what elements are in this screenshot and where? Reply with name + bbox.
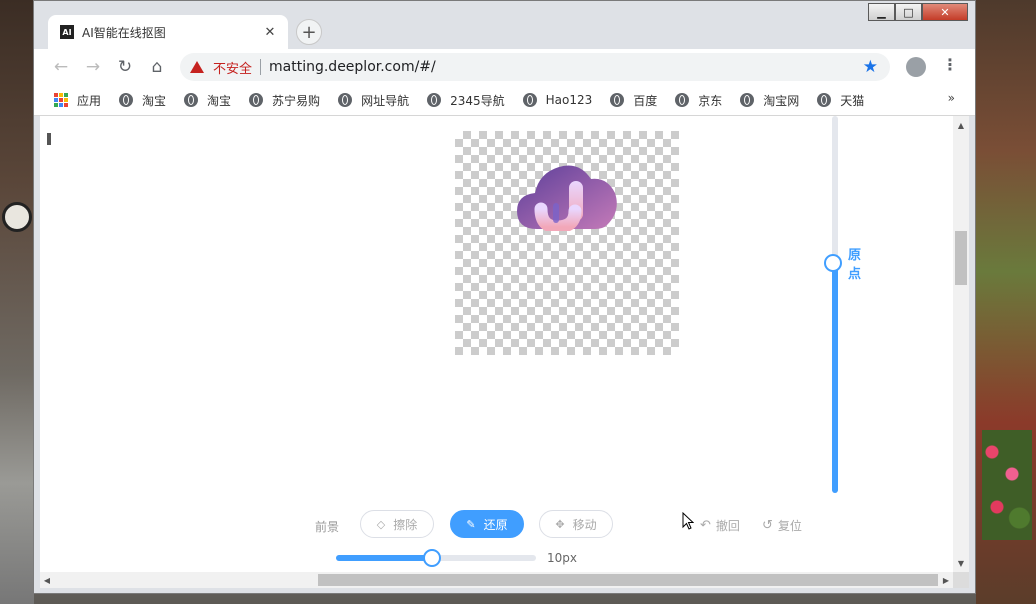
bookmark-item[interactable]: 天猫 [817, 92, 864, 109]
erase-label: 擦除 [393, 517, 418, 532]
bookmark-label: 苏宁易购 [272, 93, 321, 108]
eraser-icon: ◇ [376, 517, 386, 531]
vertical-scroll-thumb[interactable] [955, 231, 967, 285]
browser-window: ▁ □ ✕ AI AI智能在线抠图 ✕ + ← → ↻ ⌂ 不安全 mattin… [33, 0, 976, 594]
address-bar[interactable]: 不安全 matting.deeplor.com/#/ ★ [180, 53, 890, 81]
brush-size-slider-handle[interactable] [423, 549, 441, 567]
pencil-icon: ✎ [466, 517, 476, 531]
bookmark-apps[interactable]: 应用 [54, 92, 101, 109]
bookmark-label: 淘宝 [207, 93, 232, 108]
url-text[interactable]: matting.deeplor.com/#/ [269, 59, 863, 75]
back-icon[interactable]: ← [51, 57, 71, 77]
window-controls: ▁ □ ✕ [868, 3, 968, 22]
undo-button[interactable]: ↶ 撤回 [700, 517, 740, 534]
tab-title: AI智能在线抠图 [82, 25, 166, 40]
close-window-button[interactable]: ✕ [922, 3, 968, 21]
globe-icon [817, 93, 832, 107]
home-icon[interactable]: ⌂ [147, 57, 167, 77]
globe-icon [740, 93, 755, 107]
matting-canvas[interactable] [455, 131, 679, 355]
bookmark-star-icon[interactable]: ★ [863, 57, 878, 77]
zoom-slider-fill [832, 263, 838, 493]
horizontal-scroll-thumb[interactable] [318, 574, 938, 586]
apps-grid-icon [54, 93, 68, 107]
globe-icon [675, 93, 690, 107]
restore-button[interactable]: ✎ 还原 [450, 510, 524, 538]
bookmark-item[interactable]: Hao123 [522, 93, 593, 107]
maximize-button[interactable]: □ [895, 3, 922, 21]
security-label[interactable]: 不安全 [213, 58, 252, 77]
bookmark-item[interactable]: 京东 [675, 92, 722, 109]
move-icon: ✥ [555, 517, 565, 531]
bookmark-label: 2345导航 [450, 93, 505, 108]
globe-icon [249, 93, 264, 107]
reset-icon: ↺ [762, 518, 773, 533]
tab-close-icon[interactable]: ✕ [262, 25, 278, 40]
flowers-decoration [982, 430, 1032, 540]
browser-tab[interactable]: AI AI智能在线抠图 ✕ [48, 15, 288, 49]
bookmark-label: 网址导航 [361, 93, 410, 108]
bookmark-label: 淘宝网 [763, 93, 800, 108]
brush-size-slider-fill [336, 555, 432, 561]
globe-icon [184, 93, 199, 107]
bookmark-label: 淘宝 [142, 93, 167, 108]
restore-label: 还原 [483, 517, 508, 532]
bookmark-label: 京东 [698, 93, 723, 108]
scroll-right-arrow-icon[interactable]: ▶ [939, 572, 953, 588]
move-label: 移动 [572, 517, 597, 532]
globe-icon [338, 93, 353, 107]
mouse-pointer-icon [682, 512, 694, 530]
profile-avatar-icon[interactable] [906, 57, 926, 77]
bookmark-item[interactable]: 网址导航 [338, 92, 409, 109]
scroll-down-arrow-icon[interactable]: ▼ [953, 556, 969, 570]
scroll-left-arrow-icon[interactable]: ◀ [40, 572, 54, 588]
bookmark-item[interactable]: 淘宝网 [740, 92, 799, 109]
bookmark-label: 百度 [633, 93, 658, 108]
browser-toolbar: ← → ↻ ⌂ 不安全 matting.deeplor.com/#/ ★ ⋮ [34, 49, 975, 85]
reset-label: 复位 [777, 519, 802, 533]
globe-icon [119, 93, 134, 107]
move-button[interactable]: ✥ 移动 [539, 510, 613, 538]
vertical-scrollbar[interactable]: ▲ ▼ [953, 116, 969, 572]
cloud-logo-image [517, 165, 617, 231]
bookmark-item[interactable]: 淘宝 [184, 92, 231, 109]
bookmark-item[interactable]: 2345导航 [427, 92, 505, 109]
reset-button[interactable]: ↺ 复位 [762, 517, 802, 534]
bookmark-label: 应用 [77, 93, 102, 108]
warning-icon [190, 61, 204, 73]
zoom-origin-label[interactable]: 原点 [848, 246, 862, 284]
brush-size-value: 10px [547, 551, 577, 565]
foreground-label: 前景 [315, 520, 340, 534]
globe-icon [610, 93, 625, 107]
scroll-up-arrow-icon[interactable]: ▲ [953, 118, 969, 132]
bookmark-label: 天猫 [840, 93, 865, 108]
reload-icon[interactable]: ↻ [115, 57, 135, 77]
forward-icon[interactable]: → [83, 57, 103, 77]
erase-button[interactable]: ◇ 擦除 [360, 510, 434, 538]
desktop-background-left [0, 0, 34, 604]
text-caret [47, 133, 51, 145]
page-content: 原点 前景 ◇ 擦除 ✎ 还原 ✥ 移动 ↶ 撤回 ↺ 复位 10px [40, 116, 953, 572]
bookmark-label: Hao123 [545, 93, 593, 107]
globe-icon [427, 93, 442, 107]
bookmarks-bar: 应用 淘宝 淘宝 苏宁易购 网址导航 2345导航 Hao123 百度 京东 淘… [34, 85, 975, 116]
browser-menu-icon[interactable]: ⋮ [942, 55, 958, 74]
zoom-slider-handle[interactable] [824, 254, 842, 272]
bookmark-item[interactable]: 苏宁易购 [249, 92, 320, 109]
minimize-button[interactable]: ▁ [868, 3, 895, 21]
scrollbar-corner [953, 572, 969, 588]
bookmark-item[interactable]: 百度 [610, 92, 657, 109]
new-tab-button[interactable]: + [296, 19, 322, 45]
undo-label: 撤回 [715, 519, 740, 533]
bookmark-item[interactable]: 淘宝 [119, 92, 166, 109]
tab-favicon-icon: AI [60, 25, 74, 39]
globe-icon [522, 93, 537, 107]
horizontal-scrollbar[interactable]: ◀ ▶ [40, 572, 953, 588]
clock-decoration [2, 202, 32, 232]
omnibox-divider [260, 59, 262, 75]
undo-icon: ↶ [700, 518, 711, 533]
bookmarks-overflow-icon[interactable]: » [948, 91, 955, 105]
